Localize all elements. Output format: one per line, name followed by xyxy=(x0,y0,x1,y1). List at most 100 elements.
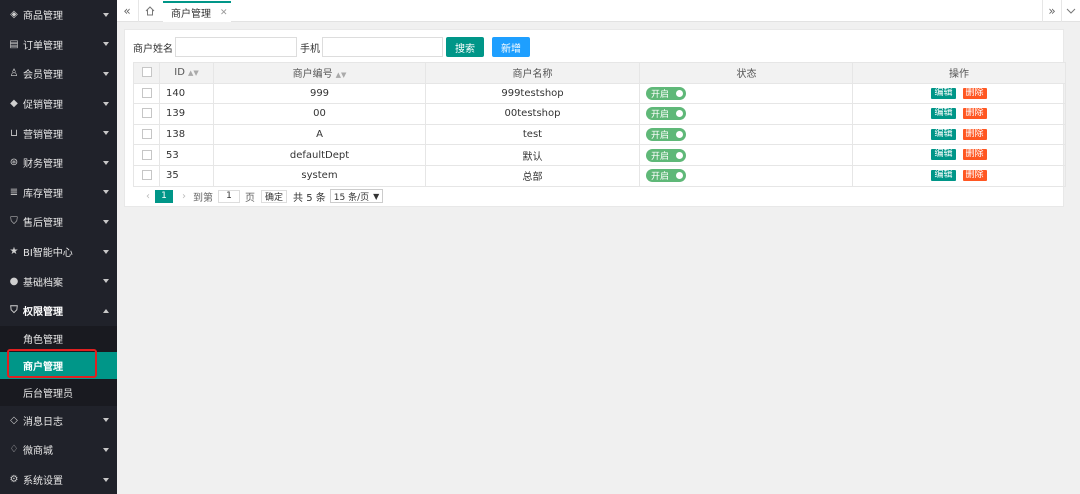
nav-finance[interactable]: ⊛ 财务管理 xyxy=(0,148,117,178)
cell-status: 开启 xyxy=(639,103,853,125)
chevron-down-icon[interactable] xyxy=(1062,0,1080,22)
row-select-cell xyxy=(133,144,160,166)
row-checkbox[interactable] xyxy=(141,129,152,140)
sidebar: ◈ 商品管理 ▤ 订单管理 ♙ 会员管理 ◆ 促销管理 ⊔ 营销管理 ⊛ 财务管理 ≣ 库存管… xyxy=(0,0,117,494)
status-toggle[interactable]: 开启 xyxy=(646,148,686,162)
gear-icon: ⚙ xyxy=(9,474,19,486)
table-row: 140 999 999testshop 开启 编辑 删除 xyxy=(133,82,1066,105)
row-checkbox[interactable] xyxy=(141,108,152,119)
nav-goods[interactable]: ◈ 商品管理 xyxy=(0,0,117,30)
cell-code: 00 xyxy=(213,103,426,125)
tab-label: 商户管理 xyxy=(171,9,211,20)
toggle-knob xyxy=(676,172,683,180)
table-row: 139 00 00testshop 开启 编辑 删除 xyxy=(133,103,1066,125)
delete-button[interactable]: 删除 xyxy=(962,149,987,161)
chevron-up-icon xyxy=(103,308,109,313)
row-checkbox[interactable] xyxy=(141,87,152,98)
search-button[interactable]: 搜索 xyxy=(446,37,484,57)
stock-icon: ≣ xyxy=(9,186,19,198)
finance-icon: ⊛ xyxy=(9,157,19,169)
box-icon: ◈ xyxy=(10,9,18,21)
status-toggle[interactable]: 开启 xyxy=(646,169,686,183)
table-row: 35 system 总部 开启 编辑 删除 xyxy=(133,164,1066,187)
nav-micro-mall[interactable]: ♢ 微商城 xyxy=(0,435,117,465)
row-select-cell xyxy=(133,164,160,187)
cell-actions: 编辑 删除 xyxy=(852,164,1066,187)
nav-stock[interactable]: ≣ 库存管理 xyxy=(0,178,117,208)
nav-members[interactable]: ♙ 会员管理 xyxy=(0,59,117,89)
sub-item-admins[interactable]: 后台管理员 xyxy=(0,379,117,406)
circle-icon: ● xyxy=(9,275,19,287)
phone-input[interactable] xyxy=(322,37,443,57)
edit-button[interactable]: 编辑 xyxy=(931,108,956,120)
phone-label: 手机 xyxy=(300,43,320,55)
toggle-knob xyxy=(676,89,683,97)
add-button[interactable]: 新增 xyxy=(492,37,530,57)
status-toggle[interactable]: 开启 xyxy=(646,128,686,142)
table-row: 53 defaultDept 默认 开启 编辑 删除 xyxy=(133,144,1066,166)
nav-aftersale[interactable]: ⛉ 售后管理 xyxy=(0,207,117,237)
next-page-icon[interactable]: › xyxy=(177,191,191,202)
close-icon[interactable]: ✕ xyxy=(220,8,228,18)
pagination: ‹ 1 › 到第 1 页 确定 共 5 条 15 条/页 ▼ xyxy=(141,189,384,204)
nav-message-log[interactable]: ◇ 消息日志 xyxy=(0,406,117,436)
row-checkbox[interactable] xyxy=(141,149,152,160)
edit-button[interactable]: 编辑 xyxy=(931,87,956,99)
chevron-down-icon xyxy=(103,447,109,452)
cell-name: 999testshop xyxy=(425,82,640,105)
sub-item-merchants[interactable]: 商户管理 xyxy=(0,352,117,379)
content-card: 商户姓名 手机 搜索 新增 ID ▲▼ 商户编号 ▲▼ 商户名称 状态 操作 140… xyxy=(124,29,1066,207)
confirm-page-button[interactable]: 确定 xyxy=(261,189,288,203)
prev-page-icon[interactable]: ‹ xyxy=(141,191,155,202)
scroll-left-icon[interactable]: « xyxy=(117,0,137,22)
page-size-select[interactable]: 15 条/页 ▼ xyxy=(329,189,384,203)
order-icon: ▤ xyxy=(9,38,19,50)
page-number-input[interactable]: 1 xyxy=(218,189,240,203)
delete-button[interactable]: 删除 xyxy=(962,87,987,99)
merchant-table: ID ▲▼ 商户编号 ▲▼ 商户名称 状态 操作 140 999 999testshop… xyxy=(133,62,1066,187)
cell-name: 总部 xyxy=(425,164,640,187)
sub-item-roles[interactable]: 角色管理 xyxy=(0,326,117,353)
chevron-down-icon xyxy=(103,418,109,423)
cell-name: 00testshop xyxy=(425,103,640,125)
page-unit-label: 页 xyxy=(245,192,255,204)
delete-button[interactable]: 删除 xyxy=(962,128,987,140)
cell-code: defaultDept xyxy=(213,144,426,166)
chevron-down-icon xyxy=(103,477,109,482)
nav-basic-records[interactable]: ● 基础档案 xyxy=(0,266,117,296)
delete-button[interactable]: 删除 xyxy=(962,170,987,182)
select-all-checkbox[interactable] xyxy=(141,67,152,78)
merchant-name-input[interactable] xyxy=(175,37,297,57)
row-select-cell xyxy=(133,103,160,125)
chevron-down-icon xyxy=(103,131,109,136)
tab-merchant-management[interactable]: 商户管理 ✕ xyxy=(163,1,231,22)
sort-icon[interactable]: ▲▼ xyxy=(188,69,199,77)
cell-actions: 编辑 删除 xyxy=(852,144,1066,166)
cell-id: 138 xyxy=(159,123,214,146)
nav-bi[interactable]: ★ BI智能中心 xyxy=(0,237,117,267)
cell-actions: 编辑 删除 xyxy=(852,103,1066,125)
col-code[interactable]: 商户编号 ▲▼ xyxy=(213,62,426,84)
nav-promotions[interactable]: ◆ 促销管理 xyxy=(0,89,117,119)
user-icon: ♙ xyxy=(9,68,19,80)
edit-button[interactable]: 编辑 xyxy=(931,128,956,140)
status-toggle[interactable]: 开启 xyxy=(646,86,686,100)
nav-permissions[interactable]: ⛉ 权限管理 xyxy=(0,296,117,326)
total-count: 共 5 条 xyxy=(293,192,326,204)
nav-system-settings[interactable]: ⚙ 系统设置 xyxy=(0,465,117,494)
sort-icon[interactable]: ▲▼ xyxy=(336,71,347,79)
col-id[interactable]: ID ▲▼ xyxy=(159,62,214,84)
nav-marketing[interactable]: ⊔ 营销管理 xyxy=(0,118,117,148)
row-checkbox[interactable] xyxy=(141,170,152,181)
nav-orders[interactable]: ▤ 订单管理 xyxy=(0,30,117,60)
cell-id: 139 xyxy=(159,103,214,125)
chevron-down-icon xyxy=(103,279,109,284)
delete-button[interactable]: 删除 xyxy=(962,108,987,120)
status-toggle[interactable]: 开启 xyxy=(646,107,686,121)
home-icon[interactable] xyxy=(139,0,161,22)
scroll-right-icon[interactable]: » xyxy=(1043,0,1061,22)
edit-button[interactable]: 编辑 xyxy=(931,149,956,161)
edit-button[interactable]: 编辑 xyxy=(931,170,956,182)
cell-name: test xyxy=(425,123,640,146)
current-page[interactable]: 1 xyxy=(155,189,173,203)
